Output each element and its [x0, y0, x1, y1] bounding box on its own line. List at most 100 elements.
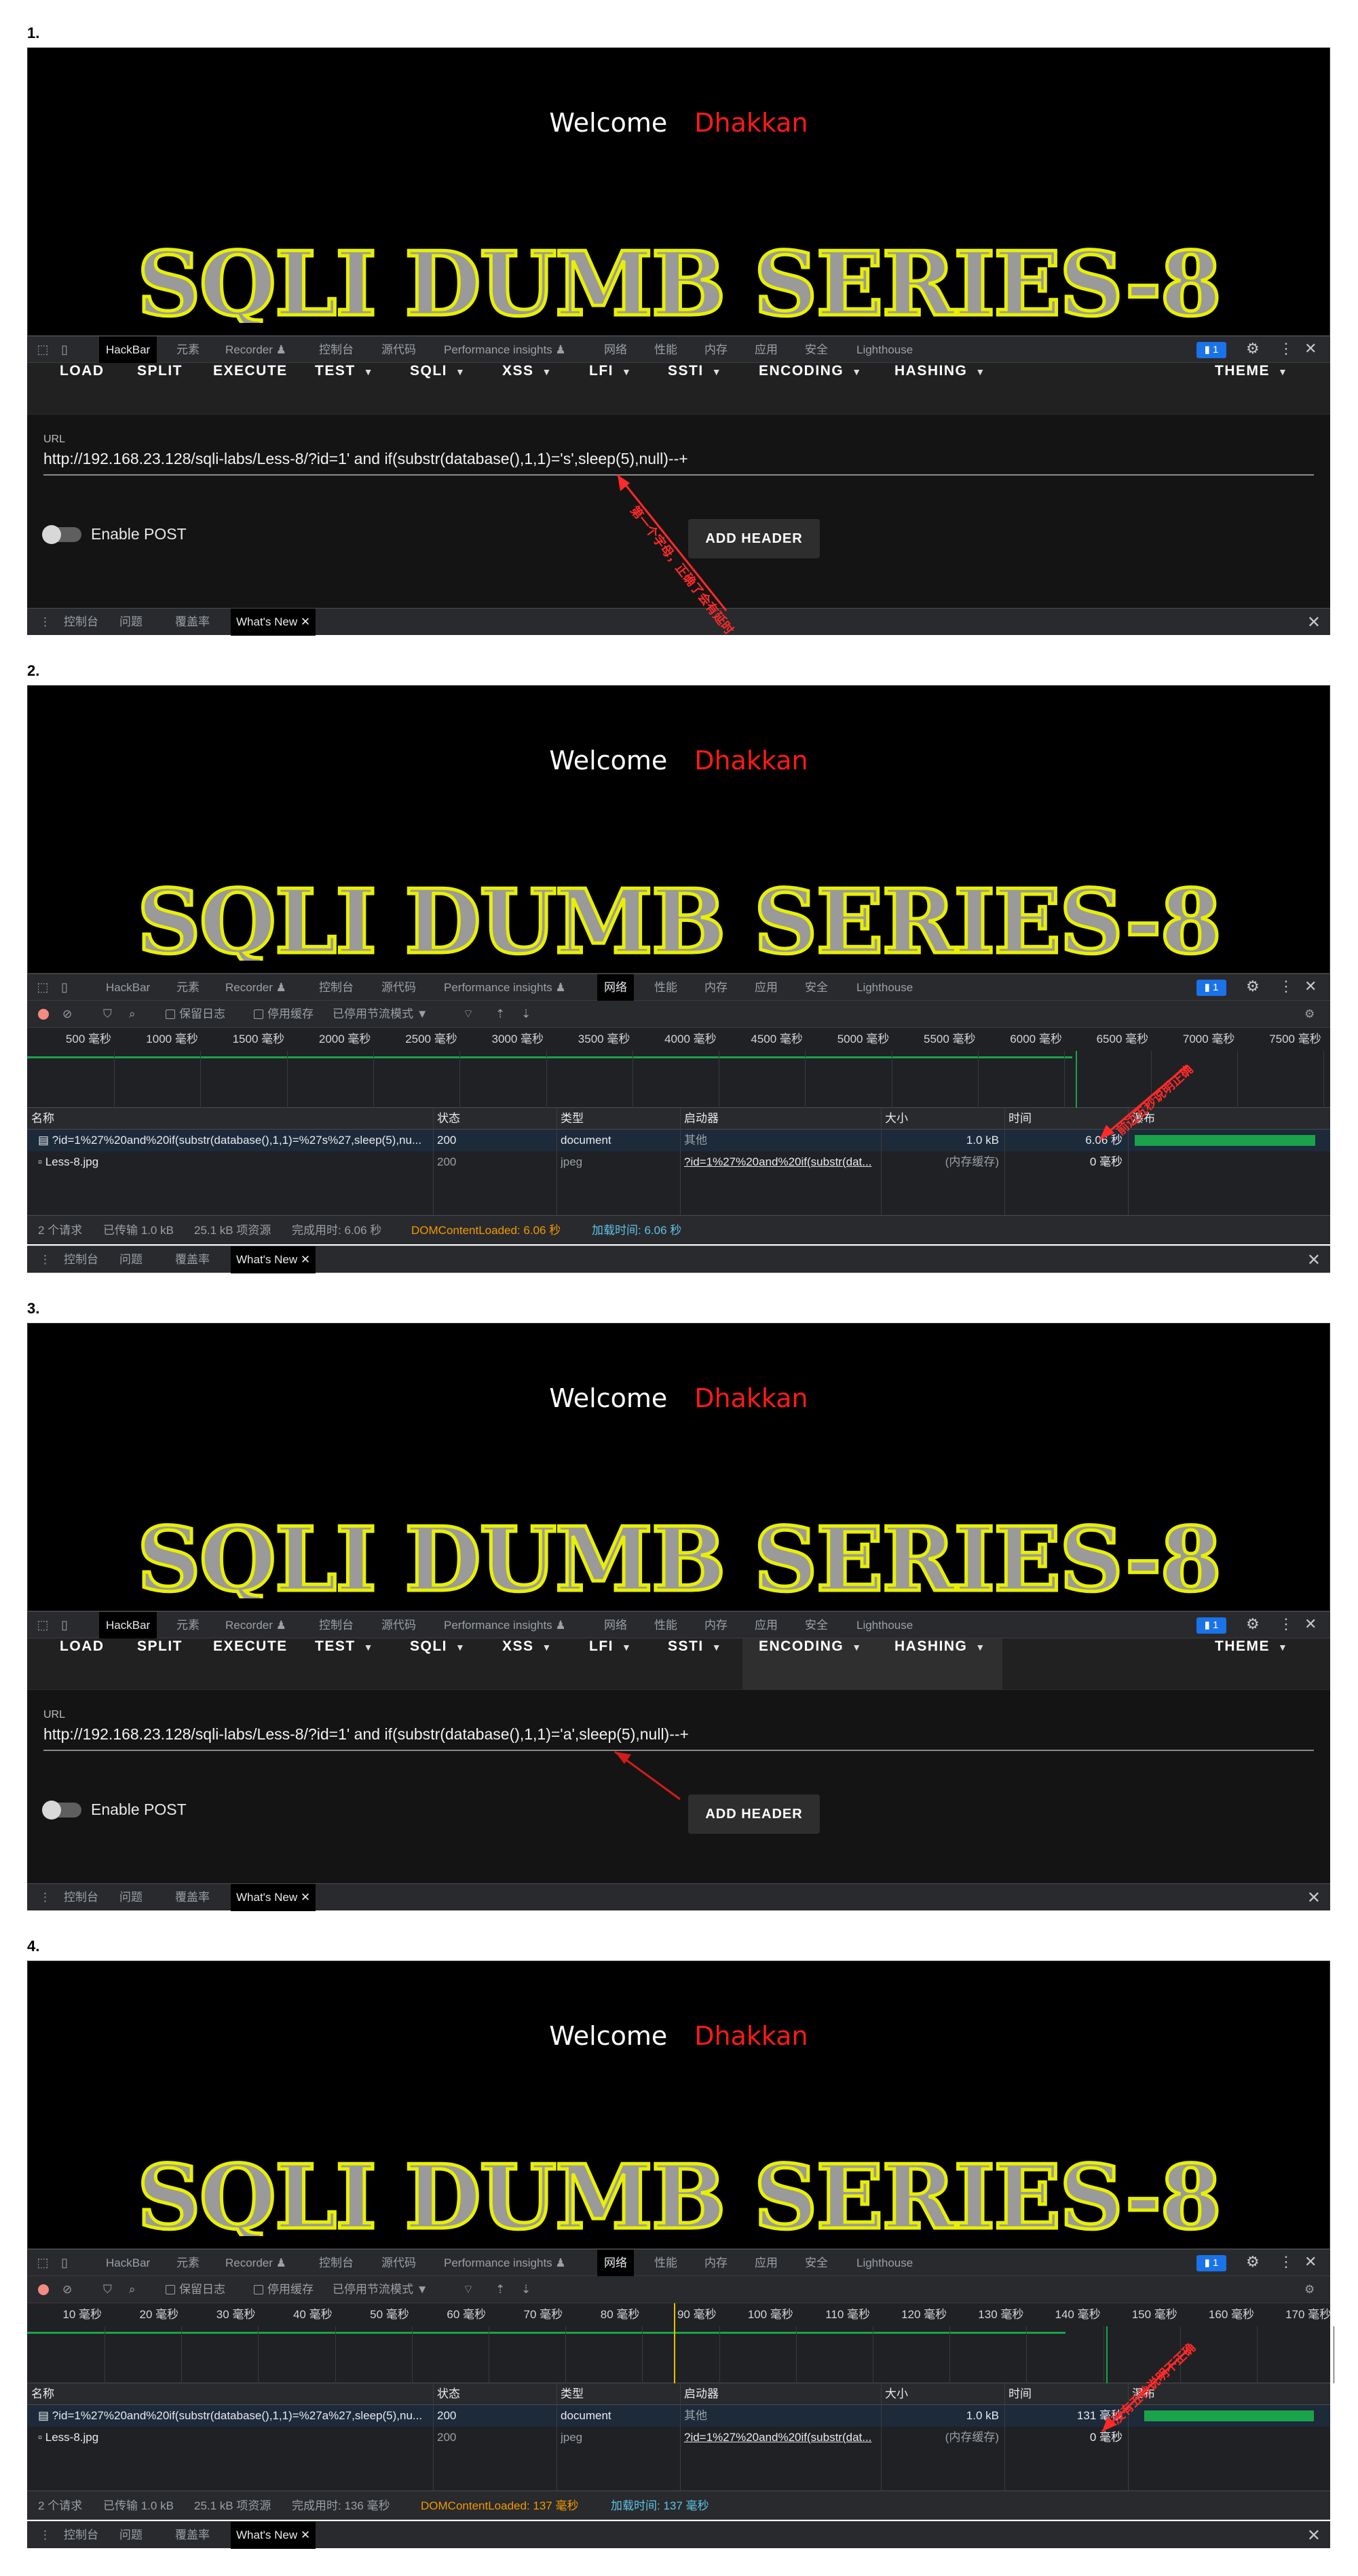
search-icon[interactable]: ⌕ — [129, 1001, 136, 1028]
drawer-tab-whats-new[interactable]: What's New ✕ — [231, 1884, 316, 1911]
device-icon[interactable]: ▯ — [57, 1617, 72, 1632]
col-size[interactable]: 大小 — [885, 2383, 908, 2405]
tab-lighthouse[interactable]: Lighthouse — [850, 1612, 920, 1639]
lfi-menu[interactable]: LFI ▼ — [573, 1638, 648, 1690]
theme-menu[interactable]: THEME ▼ — [1199, 363, 1304, 415]
search-icon[interactable]: ⌕ — [129, 2276, 136, 2303]
upload-icon[interactable]: ⇡ — [495, 2276, 505, 2303]
tab-hackbar[interactable]: HackBar — [99, 2250, 157, 2277]
tab-performance-insights[interactable]: Performance insights ♟ — [437, 337, 573, 364]
device-icon[interactable]: ▯ — [57, 342, 72, 357]
more-icon[interactable]: ⋮ — [1279, 978, 1294, 995]
inspect-icon[interactable]: ⬚ — [35, 980, 50, 995]
settings-icon[interactable]: ⚙ — [1304, 2276, 1315, 2303]
preserve-log-checkbox[interactable]: 保留日志 — [166, 1001, 225, 1028]
filter-icon[interactable]: ⛉ — [103, 1001, 112, 1028]
upload-icon[interactable]: ⇡ — [495, 1001, 505, 1028]
xss-menu[interactable]: XSS ▼ — [486, 363, 569, 415]
settings-icon[interactable]: ⚙ — [1246, 1615, 1260, 1633]
test-menu[interactable]: TEST ▼ — [299, 1638, 390, 1690]
tab-memory[interactable]: 内存 — [698, 2250, 734, 2277]
clear-icon[interactable]: ⊘ — [62, 1001, 72, 1028]
inspect-icon[interactable]: ⬚ — [35, 1617, 50, 1632]
url-input[interactable]: http://192.168.23.128/sqli-labs/Less-8/?… — [43, 1725, 689, 1744]
col-initiator[interactable]: 启动器 — [684, 1108, 719, 1130]
test-menu[interactable]: TEST ▼ — [299, 363, 390, 415]
tab-elements[interactable]: 元素 — [170, 974, 206, 1001]
tab-console[interactable]: 控制台 — [312, 1612, 360, 1639]
close-drawer-icon[interactable]: ✕ — [1307, 1888, 1321, 1908]
col-type[interactable]: 类型 — [561, 1108, 584, 1130]
throttle-select[interactable]: 已停用节流模式 ▼ — [333, 1001, 428, 1028]
tab-performance-insights[interactable]: Performance insights ♟ — [437, 1612, 573, 1639]
execute-button[interactable]: EXECUTE — [197, 363, 304, 415]
tab-application[interactable]: 应用 — [748, 2250, 785, 2277]
settings-icon[interactable]: ⚙ — [1246, 340, 1260, 358]
tab-security[interactable]: 安全 — [798, 2250, 835, 2277]
tab-recorder[interactable]: Recorder ♟ — [219, 337, 293, 364]
execute-button[interactable]: EXECUTE — [197, 1638, 304, 1690]
drawer-tab-console[interactable]: 控制台 — [58, 609, 104, 636]
sqli-menu[interactable]: SQLI ▼ — [394, 363, 482, 415]
device-icon[interactable]: ▯ — [57, 980, 72, 995]
settings-icon[interactable]: ⚙ — [1246, 2253, 1260, 2271]
drawer-tab-console[interactable]: 控制台 — [58, 2522, 104, 2549]
more-icon[interactable]: ⋮ — [1279, 2253, 1294, 2271]
disable-cache-checkbox[interactable]: 停用缓存 — [254, 2276, 314, 2303]
col-status[interactable]: 状态 — [437, 2383, 460, 2405]
record-icon[interactable] — [38, 1009, 49, 1020]
tab-performance-insights[interactable]: Performance insights ♟ — [437, 974, 573, 1001]
tab-security[interactable]: 安全 — [798, 337, 835, 364]
col-size[interactable]: 大小 — [885, 1108, 908, 1130]
drawer-tab-coverage[interactable]: 覆盖率 — [170, 609, 215, 636]
col-name[interactable]: 名称 — [31, 1108, 54, 1130]
lfi-menu[interactable]: LFI ▼ — [573, 363, 648, 415]
drawer-menu-icon[interactable]: ⋮ — [34, 1884, 56, 1911]
close-drawer-icon[interactable]: ✕ — [1307, 2526, 1321, 2545]
download-icon[interactable]: ⇣ — [521, 1001, 531, 1028]
drawer-tab-whats-new[interactable]: What's New ✕ — [231, 609, 316, 636]
drawer-tab-coverage[interactable]: 覆盖率 — [170, 1246, 215, 1273]
col-type[interactable]: 类型 — [561, 2383, 584, 2405]
drawer-tab-issues[interactable]: 问题 — [114, 2522, 148, 2549]
close-icon[interactable]: ✕ — [1304, 340, 1317, 358]
col-time[interactable]: 时间 — [1008, 2383, 1032, 2405]
add-header-button[interactable]: ADD HEADER — [688, 1794, 820, 1834]
load-button[interactable]: LOAD — [43, 363, 121, 415]
throttle-select[interactable]: 已停用节流模式 ▼ — [333, 2276, 428, 2303]
settings-icon[interactable]: ⚙ — [1246, 978, 1260, 995]
tab-console[interactable]: 控制台 — [312, 337, 360, 364]
tab-sources[interactable]: 源代码 — [375, 337, 423, 364]
drawer-tab-console[interactable]: 控制台 — [58, 1884, 104, 1911]
tab-elements[interactable]: 元素 — [170, 1612, 206, 1639]
tab-recorder[interactable]: Recorder ♟ — [219, 974, 293, 1001]
drawer-tab-issues[interactable]: 问题 — [114, 1884, 148, 1911]
disable-cache-checkbox[interactable]: 停用缓存 — [254, 1001, 314, 1028]
tab-hackbar[interactable]: HackBar — [99, 337, 157, 364]
col-initiator[interactable]: 启动器 — [684, 2383, 719, 2405]
drawer-tab-issues[interactable]: 问题 — [114, 1246, 148, 1273]
close-icon[interactable]: ✕ — [1304, 978, 1317, 995]
tab-lighthouse[interactable]: Lighthouse — [850, 2250, 920, 2277]
table-row[interactable]: ▫ Less-8.jpg 200 jpeg ?id=1%27%20and%20i… — [27, 1151, 1330, 1173]
tab-performance[interactable]: 性能 — [647, 1612, 684, 1639]
tab-performance[interactable]: 性能 — [647, 337, 684, 364]
encoding-menu[interactable]: ENCODING ▼ — [742, 363, 879, 415]
tab-network[interactable]: 网络 — [597, 974, 634, 1001]
tab-hackbar[interactable]: HackBar — [99, 974, 157, 1001]
xss-menu[interactable]: XSS ▼ — [486, 1638, 569, 1690]
drawer-tab-whats-new[interactable]: What's New ✕ — [231, 2522, 316, 2549]
tab-network[interactable]: 网络 — [597, 1612, 634, 1639]
tab-memory[interactable]: 内存 — [698, 337, 734, 364]
close-drawer-icon[interactable]: ✕ — [1307, 613, 1321, 632]
tab-recorder[interactable]: Recorder ♟ — [219, 1612, 293, 1639]
tab-performance[interactable]: 性能 — [647, 2250, 684, 2277]
hashing-menu[interactable]: HASHING ▼ — [878, 1638, 1002, 1690]
issues-badge[interactable]: ▮ 1 — [1196, 2255, 1226, 2271]
tab-network[interactable]: 网络 — [597, 2250, 634, 2277]
ssti-menu[interactable]: SSTI ▼ — [652, 363, 738, 415]
load-button[interactable]: LOAD — [43, 1638, 121, 1690]
inspect-icon[interactable]: ⬚ — [35, 2255, 50, 2270]
issues-badge[interactable]: ▮ 1 — [1196, 342, 1226, 358]
tab-elements[interactable]: 元素 — [170, 337, 206, 364]
